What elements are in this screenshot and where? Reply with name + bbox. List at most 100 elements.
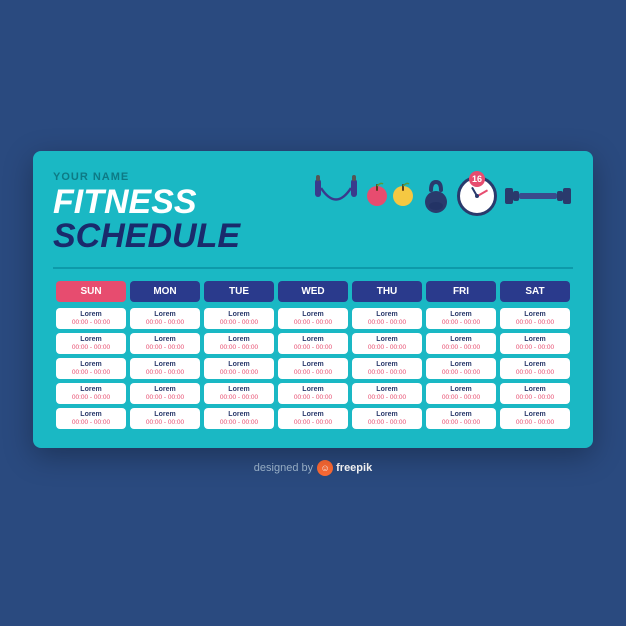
schedule-table: SUNMONTUEWEDTHUFRISAT Lorem00:00 - 00:00…: [53, 279, 573, 432]
fitness-schedule-card: YOUR NAME FITNESS SCHEDULE: [33, 151, 593, 448]
schedule-cell: Lorem00:00 - 00:00: [352, 408, 422, 429]
schedule-cell: Lorem00:00 - 00:00: [426, 358, 496, 379]
equipment-icons: 16: [313, 171, 573, 221]
schedule-cell: Lorem00:00 - 00:00: [204, 408, 274, 429]
cell-label: Lorem: [356, 386, 418, 393]
days-header-row: SUNMONTUEWEDTHUFRISAT: [55, 281, 571, 305]
schedule-cell: Lorem00:00 - 00:00: [500, 358, 570, 379]
dumbbell-icon: [503, 181, 573, 211]
cell-label: Lorem: [208, 386, 270, 393]
schedule-cell: Lorem00:00 - 00:00: [56, 308, 126, 329]
cell-label: Lorem: [134, 361, 196, 368]
cell-time: 00:00 - 00:00: [134, 344, 196, 351]
schedule-label: SCHEDULE: [53, 219, 313, 253]
cell-time: 00:00 - 00:00: [208, 394, 270, 401]
cell-time: 00:00 - 00:00: [60, 344, 122, 351]
cell-label: Lorem: [134, 386, 196, 393]
cell-label: Lorem: [356, 411, 418, 418]
schedule-cell: Lorem00:00 - 00:00: [278, 308, 348, 329]
fitness-label: FITNESS: [53, 185, 313, 219]
schedule-cell: Lorem00:00 - 00:00: [204, 308, 274, 329]
cell-time: 00:00 - 00:00: [282, 369, 344, 376]
schedule-cell: Lorem00:00 - 00:00: [56, 358, 126, 379]
schedule-cell: Lorem00:00 - 00:00: [500, 383, 570, 404]
cell-time: 00:00 - 00:00: [430, 344, 492, 351]
cell-label: Lorem: [504, 386, 566, 393]
schedule-cell: Lorem00:00 - 00:00: [130, 408, 200, 429]
freepik-brand: freepik: [336, 462, 372, 474]
cell-label: Lorem: [208, 361, 270, 368]
day-header-wed: WED: [278, 281, 348, 302]
cell-label: Lorem: [60, 411, 122, 418]
footer: designed by ☺ freepik: [254, 460, 372, 476]
header-section: YOUR NAME FITNESS SCHEDULE: [53, 171, 573, 253]
fruits-group: [365, 179, 415, 212]
cell-label: Lorem: [430, 361, 492, 368]
schedule-cell: Lorem00:00 - 00:00: [130, 308, 200, 329]
clock-center: [475, 194, 479, 198]
cell-time: 00:00 - 00:00: [134, 369, 196, 376]
schedule-cell: Lorem00:00 - 00:00: [352, 333, 422, 354]
cell-label: Lorem: [504, 411, 566, 418]
cell-label: Lorem: [282, 361, 344, 368]
cell-time: 00:00 - 00:00: [134, 419, 196, 426]
schedule-cell: Lorem00:00 - 00:00: [204, 383, 274, 404]
schedule-cell: Lorem00:00 - 00:00: [278, 358, 348, 379]
schedule-row-4: Lorem00:00 - 00:00Lorem00:00 - 00:00Lore…: [55, 407, 571, 430]
cell-label: Lorem: [282, 336, 344, 343]
cell-time: 00:00 - 00:00: [430, 419, 492, 426]
schedule-cell: Lorem00:00 - 00:00: [426, 383, 496, 404]
your-name-label: YOUR NAME: [53, 171, 313, 183]
schedule-cell: Lorem00:00 - 00:00: [204, 333, 274, 354]
divider: [53, 267, 573, 269]
cell-time: 00:00 - 00:00: [282, 394, 344, 401]
cell-time: 00:00 - 00:00: [356, 344, 418, 351]
title-area: YOUR NAME FITNESS SCHEDULE: [53, 171, 313, 253]
schedule-cell: Lorem00:00 - 00:00: [278, 333, 348, 354]
schedule-cell: Lorem00:00 - 00:00: [500, 408, 570, 429]
cell-label: Lorem: [282, 311, 344, 318]
cell-label: Lorem: [356, 311, 418, 318]
cell-time: 00:00 - 00:00: [208, 344, 270, 351]
day-header-sun: SUN: [56, 281, 126, 302]
cell-label: Lorem: [430, 411, 492, 418]
cell-label: Lorem: [134, 311, 196, 318]
cell-label: Lorem: [504, 311, 566, 318]
apple-yellow-icon: [391, 179, 415, 212]
jump-rope-icon: [313, 171, 359, 221]
cell-label: Lorem: [430, 386, 492, 393]
cell-label: Lorem: [430, 311, 492, 318]
cell-label: Lorem: [208, 336, 270, 343]
clock-date: 16: [469, 171, 485, 187]
cell-time: 00:00 - 00:00: [356, 369, 418, 376]
schedule-row-1: Lorem00:00 - 00:00Lorem00:00 - 00:00Lore…: [55, 332, 571, 355]
cell-time: 00:00 - 00:00: [430, 319, 492, 326]
cell-time: 00:00 - 00:00: [208, 369, 270, 376]
schedule-row-0: Lorem00:00 - 00:00Lorem00:00 - 00:00Lore…: [55, 307, 571, 330]
cell-label: Lorem: [282, 411, 344, 418]
cell-label: Lorem: [356, 336, 418, 343]
cell-time: 00:00 - 00:00: [356, 394, 418, 401]
cell-time: 00:00 - 00:00: [282, 319, 344, 326]
schedule-cell: Lorem00:00 - 00:00: [278, 408, 348, 429]
cell-time: 00:00 - 00:00: [60, 394, 122, 401]
cell-time: 00:00 - 00:00: [504, 319, 566, 326]
clock-icon: 16: [457, 176, 497, 216]
schedule-cell: Lorem00:00 - 00:00: [278, 383, 348, 404]
day-header-tue: TUE: [204, 281, 274, 302]
schedule-cell: Lorem00:00 - 00:00: [500, 333, 570, 354]
day-header-fri: FRI: [426, 281, 496, 302]
cell-label: Lorem: [282, 386, 344, 393]
cell-time: 00:00 - 00:00: [60, 319, 122, 326]
cell-label: Lorem: [60, 336, 122, 343]
cell-label: Lorem: [504, 336, 566, 343]
cell-label: Lorem: [134, 336, 196, 343]
cell-time: 00:00 - 00:00: [430, 369, 492, 376]
cell-label: Lorem: [504, 361, 566, 368]
cell-label: Lorem: [356, 361, 418, 368]
schedule-cell: Lorem00:00 - 00:00: [352, 308, 422, 329]
cell-time: 00:00 - 00:00: [208, 419, 270, 426]
day-header-sat: SAT: [500, 281, 570, 302]
schedule-cell: Lorem00:00 - 00:00: [204, 358, 274, 379]
cell-label: Lorem: [60, 361, 122, 368]
